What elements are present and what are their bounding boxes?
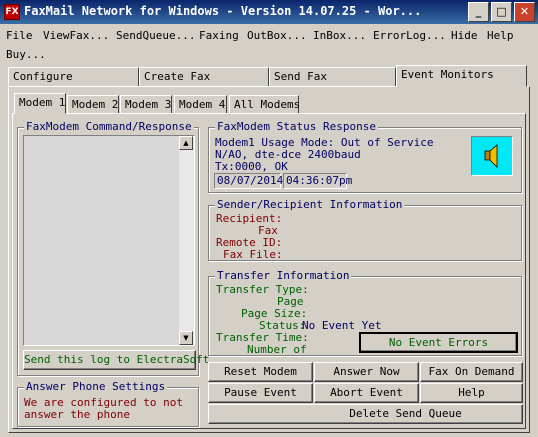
tab-modem-3[interactable]: Modem 3 — [120, 95, 172, 114]
tab-modem-4[interactable]: Modem 4 — [174, 95, 227, 114]
log-scrollbar[interactable]: ▲ ▼ — [179, 136, 194, 345]
menu-bar: File ViewFax... SendQueue... Faxing OutB… — [0, 26, 538, 62]
menu-inbox[interactable]: InBox... — [313, 29, 366, 42]
menu-viewfax[interactable]: ViewFax... — [43, 29, 109, 42]
status-date: 08/07/2014 — [214, 173, 283, 189]
menu-buy[interactable]: Buy... — [6, 48, 46, 61]
minimize-button[interactable]: _ — [468, 2, 489, 22]
tab-send-fax[interactable]: Send Fax — [269, 67, 396, 87]
reset-modem-button[interactable]: Reset Modem — [208, 362, 313, 382]
menu-help[interactable]: Help — [487, 29, 514, 42]
command-response-title: FaxModem Command/Response — [24, 120, 194, 133]
maximize-button[interactable]: □ — [491, 2, 512, 22]
speaker-icon — [471, 136, 513, 176]
status-time: 04:36:07pm — [283, 173, 352, 189]
transfer-info-title: Transfer Information — [215, 269, 352, 282]
app-icon: FX — [4, 4, 20, 20]
menu-outbox[interactable]: OutBox... — [247, 29, 307, 42]
sender-recipient-title: Sender/Recipient Information — [215, 198, 405, 211]
abort-event-button[interactable]: Abort Event — [314, 383, 419, 403]
fax-file-label: Fax File: — [223, 248, 283, 261]
window-title: FaxMail Network for Windows - Version 14… — [24, 4, 422, 18]
tab-modem-2[interactable]: Modem 2 — [67, 95, 119, 114]
status-value: No Event Yet — [302, 319, 382, 332]
tab-all-modems[interactable]: All Modems — [229, 95, 300, 114]
status-line-3: Tx:0000, OK — [215, 160, 288, 173]
tab-create-fax[interactable]: Create Fax — [139, 67, 269, 87]
answer-phone-text-2: answer the phone — [24, 408, 130, 421]
tab-configure[interactable]: Configure — [8, 67, 139, 87]
title-bar[interactable]: FX FaxMail Network for Windows - Version… — [0, 0, 538, 24]
menu-errorlog[interactable]: ErrorLog... — [373, 29, 446, 42]
menu-sendqueue[interactable]: SendQueue... — [116, 29, 195, 42]
send-log-button[interactable]: Send this log to ElectraSoft — [23, 350, 209, 370]
answer-phone-title: Answer Phone Settings — [24, 380, 168, 393]
menu-hide[interactable]: Hide — [451, 29, 478, 42]
menu-file[interactable]: File — [6, 29, 33, 42]
tab-event-monitors[interactable]: Event Monitors — [396, 65, 527, 87]
pause-event-button[interactable]: Pause Event — [208, 383, 313, 403]
close-button[interactable]: ✕ — [514, 2, 535, 22]
scroll-down-icon[interactable]: ▼ — [179, 331, 193, 345]
menu-faxing[interactable]: Faxing — [199, 29, 239, 42]
scroll-up-icon[interactable]: ▲ — [179, 136, 193, 150]
tab-modem-1[interactable]: Modem 1 — [14, 93, 66, 114]
delete-send-queue-button[interactable]: Delete Send Queue — [208, 404, 523, 424]
command-response-log[interactable]: ▲ ▼ — [23, 135, 195, 346]
no-event-errors-button[interactable]: No Event Errors — [359, 332, 518, 353]
answer-now-button[interactable]: Answer Now — [314, 362, 419, 382]
number-of-label: Number of — [247, 343, 307, 356]
help-button[interactable]: Help — [420, 383, 523, 403]
status-response-title: FaxModem Status Response — [215, 120, 378, 133]
fax-on-demand-button[interactable]: Fax On Demand — [420, 362, 523, 382]
